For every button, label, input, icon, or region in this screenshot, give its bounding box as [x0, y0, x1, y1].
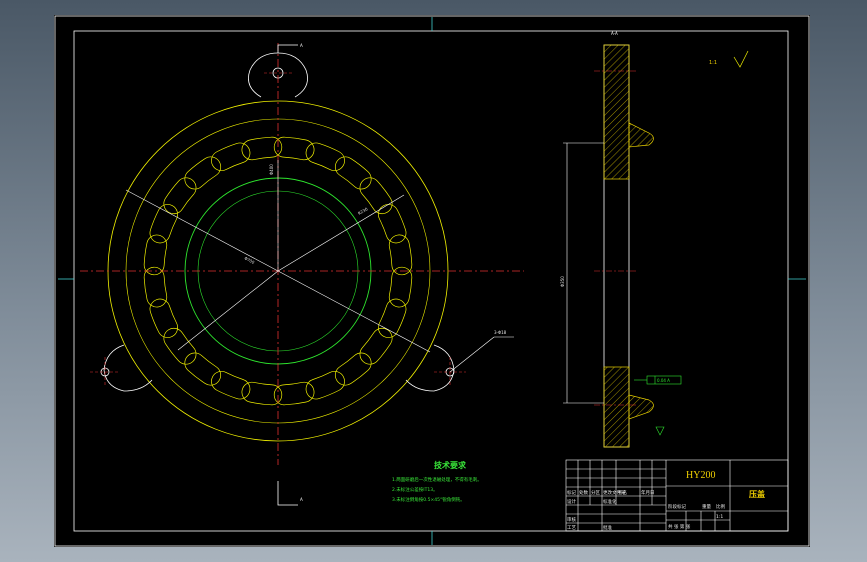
centering-marks [58, 17, 806, 545]
notes-title: 技术要求 [434, 460, 467, 470]
section-mark-top: A [300, 43, 303, 48]
slot [184, 352, 222, 386]
slot [334, 156, 372, 190]
slot [334, 352, 372, 386]
tb-mark: 标记 [567, 489, 576, 496]
dim-radius-slot: R230 [357, 206, 369, 216]
tb-sheet: 共 张 第 张 [668, 523, 691, 530]
tb-weight: 重量 [702, 503, 711, 510]
drawing-canvas[interactable]: Φ700 R230 Φ400 3-Φ18 A A A-A Φ350 0.04 A… [54, 15, 810, 547]
slot [143, 234, 168, 276]
slot [241, 381, 283, 406]
vertical-dimension [563, 142, 604, 404]
section-view[interactable]: A-A Φ350 0.04 A 1:1 [560, 31, 749, 448]
slot [163, 177, 197, 215]
slot [305, 142, 345, 171]
roughness-symbol[interactable] [733, 50, 749, 68]
section-title: A-A [611, 31, 618, 36]
dim-vertical: Φ350 [560, 276, 565, 287]
dimension-lines [125, 160, 514, 373]
tb-date: 年月日 [641, 489, 655, 496]
note-2: 2.未标注公差按IT13。 [392, 486, 438, 493]
datum-symbol [655, 426, 665, 436]
slot [211, 142, 251, 171]
slot [273, 381, 315, 406]
part-name: 压盖 [749, 489, 765, 499]
slot [388, 234, 413, 276]
tb-scale-value: 1:1 [716, 514, 723, 520]
dim-hole-callout: 3-Φ18 [494, 330, 507, 335]
slot [273, 136, 315, 161]
slot [143, 266, 168, 308]
title-block[interactable]: 标记 处数 分区 更改文件号 签名 年月日 设计 标准化 审核 工艺 批准 HY… [565, 459, 789, 532]
tb-stage-mark: 阶段标记 [668, 503, 686, 510]
slot [211, 371, 251, 400]
inner-frame [73, 30, 789, 532]
tb-signature: 签名 [618, 489, 627, 496]
tb-check: 审核 [567, 516, 576, 523]
slot [163, 327, 197, 365]
tb-scale: 比例 [716, 503, 725, 510]
centerlines [80, 43, 524, 465]
section-mark-bottom: A [300, 497, 303, 502]
outer-border [54, 15, 810, 547]
slot [359, 327, 393, 365]
drawing-sheet[interactable]: Φ700 R230 Φ400 3-Φ18 A A A-A Φ350 0.04 A… [54, 15, 810, 547]
tb-design: 设计 [567, 498, 576, 505]
slot [149, 298, 178, 338]
note-1: 1.两面研磨后一次性退磁处理，不得有毛刺。 [392, 476, 482, 483]
note-3: 3.未标注倒角按0.5×45°锐角倒钝。 [392, 496, 465, 503]
section-arrow-top [277, 44, 298, 53]
lugs [100, 52, 455, 392]
slot [388, 266, 413, 308]
roughness-note: 1:1 [709, 60, 717, 66]
tb-count: 处数 [579, 489, 588, 496]
slot [184, 156, 222, 190]
technical-notes: 技术要求 1.两面研磨后一次性退磁处理，不得有毛刺。 2.未标注公差按IT13。… [392, 460, 482, 503]
slot [378, 204, 407, 244]
dim-bolt-circle: Φ700 [244, 255, 256, 265]
tb-standard: 标准化 [603, 498, 617, 505]
slot [305, 371, 345, 400]
tb-approve: 批准 [603, 524, 612, 531]
part-code: HY200 [686, 470, 715, 481]
front-view[interactable]: Φ700 R230 Φ400 3-Φ18 A A [80, 43, 524, 506]
section-arrow-bottom [277, 481, 298, 506]
slot [241, 136, 283, 161]
tolerance-value: 0.04 A [657, 378, 670, 383]
tb-process: 工艺 [567, 525, 576, 531]
tb-zone: 分区 [591, 489, 600, 496]
dim-inner-circle: Φ400 [269, 164, 274, 175]
